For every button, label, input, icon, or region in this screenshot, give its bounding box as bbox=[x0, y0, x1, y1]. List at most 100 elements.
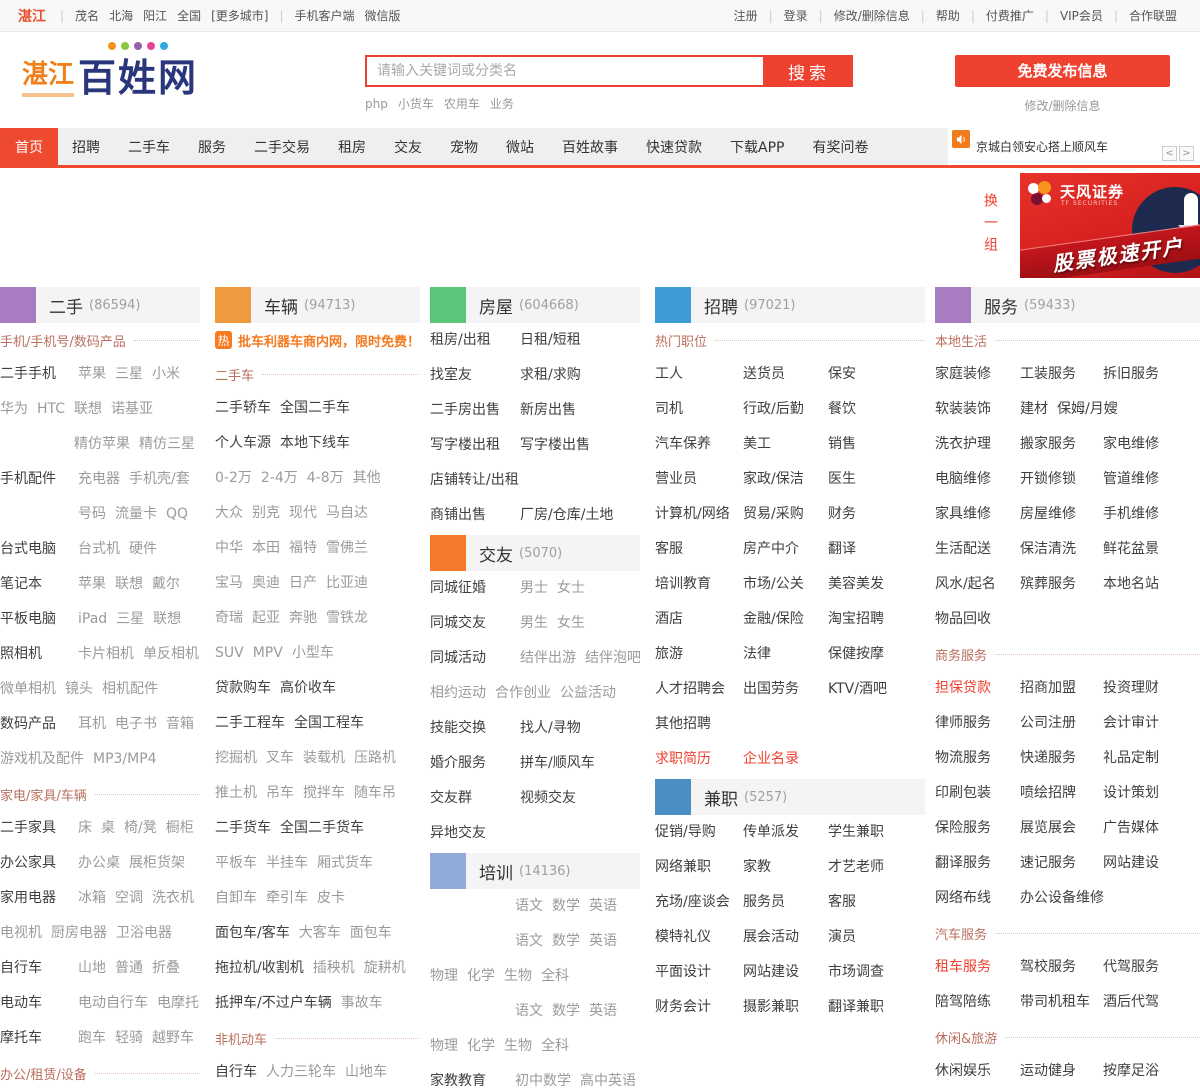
category-link[interactable]: 写字楼出售 bbox=[520, 437, 590, 453]
nav-item-租房[interactable]: 租房 bbox=[324, 128, 380, 165]
category-link[interactable]: 女士 bbox=[557, 580, 585, 596]
ticker-headline[interactable]: 京城白领安心搭上顺风车 bbox=[976, 138, 1162, 155]
category-link[interactable]: 促销/导购 bbox=[655, 824, 716, 840]
category-link[interactable]: 代驾服务 bbox=[1103, 959, 1159, 975]
category-link[interactable]: 现代 bbox=[289, 505, 317, 521]
category-link[interactable]: 物理 bbox=[430, 968, 458, 984]
nav-item-宠物[interactable]: 宠物 bbox=[436, 128, 492, 165]
category-link[interactable]: 生物 bbox=[504, 1038, 532, 1054]
nearby-city-link[interactable]: [更多城市] bbox=[211, 7, 268, 24]
hot-word-link[interactable]: 业务 bbox=[490, 97, 514, 111]
category-link[interactable]: 微单相机 bbox=[0, 681, 56, 697]
category-link[interactable]: 拆旧服务 bbox=[1103, 366, 1159, 382]
category-link[interactable]: 租房/出租 bbox=[430, 332, 491, 348]
mobile-link[interactable]: 手机客户端 bbox=[295, 7, 355, 24]
category-link[interactable]: 别克 bbox=[252, 505, 280, 521]
category-link[interactable]: 技能交换 bbox=[430, 720, 486, 736]
category-link[interactable]: 全国工程车 bbox=[294, 715, 364, 731]
category-link[interactable]: 笔记本 bbox=[0, 576, 42, 592]
category-link[interactable]: 2-4万 bbox=[261, 470, 298, 486]
category-link[interactable]: 本地下线车 bbox=[280, 435, 350, 451]
category-link[interactable]: 台式机 bbox=[78, 541, 120, 557]
category-link[interactable]: 英语 bbox=[589, 898, 617, 914]
account-link[interactable]: VIP会员 bbox=[1060, 7, 1103, 24]
category-link[interactable]: 本地名站 bbox=[1103, 576, 1159, 592]
category-link[interactable]: 贸易/采购 bbox=[743, 506, 804, 522]
category-link[interactable]: 保洁清洗 bbox=[1020, 541, 1076, 557]
category-link[interactable]: 软装装饰 bbox=[935, 401, 991, 417]
category-link[interactable]: 会计审计 bbox=[1103, 715, 1159, 731]
site-logo[interactable]: 湛江 百姓网 bbox=[22, 42, 198, 97]
category-link[interactable]: 美容美发 bbox=[828, 576, 884, 592]
category-link[interactable]: 行政/后勤 bbox=[743, 401, 804, 417]
nav-item-招聘[interactable]: 招聘 bbox=[58, 128, 114, 165]
category-link[interactable]: 搬家服务 bbox=[1020, 436, 1076, 452]
category-link[interactable]: 酒店 bbox=[655, 611, 683, 627]
category-link[interactable]: 房屋维修 bbox=[1020, 506, 1076, 522]
category-link[interactable]: 相机配件 bbox=[102, 681, 158, 697]
category-link[interactable]: 压路机 bbox=[354, 750, 396, 766]
category-link[interactable]: 硬件 bbox=[129, 541, 157, 557]
nav-item-服务[interactable]: 服务 bbox=[184, 128, 240, 165]
category-link[interactable]: 店铺转让/出租 bbox=[430, 472, 519, 488]
category-title[interactable]: 培训 bbox=[479, 859, 513, 884]
category-link[interactable]: 苹果 bbox=[78, 366, 106, 382]
category-link[interactable]: 家电维修 bbox=[1103, 436, 1159, 452]
category-link[interactable]: 工装服务 bbox=[1020, 366, 1076, 382]
category-link[interactable]: 财务 bbox=[828, 506, 856, 522]
category-link[interactable]: 结伴泡吧 bbox=[585, 650, 640, 666]
category-link[interactable]: 中华 bbox=[215, 540, 243, 556]
account-link[interactable]: 付费推广 bbox=[986, 7, 1034, 24]
category-link[interactable]: 相约运动 bbox=[430, 685, 486, 701]
category-link[interactable]: 搅拌车 bbox=[303, 785, 345, 801]
securities-ad-banner[interactable]: 天风证券 TF SECURITIES 股票极速开户 bbox=[1020, 173, 1200, 278]
category-link[interactable]: 送货员 bbox=[743, 366, 785, 382]
nav-item-交友[interactable]: 交友 bbox=[380, 128, 436, 165]
search-button[interactable]: 搜索 bbox=[765, 55, 853, 87]
category-link[interactable]: 联想 bbox=[115, 576, 143, 592]
category-link[interactable]: 比亚迪 bbox=[326, 575, 368, 591]
category-link[interactable]: 牵引车 bbox=[266, 890, 308, 906]
category-link[interactable]: 快递服务 bbox=[1020, 750, 1076, 766]
category-link[interactable]: 房产中介 bbox=[743, 541, 799, 557]
category-link[interactable]: 家庭装修 bbox=[935, 366, 991, 382]
category-link[interactable]: 保险服务 bbox=[935, 820, 991, 836]
category-link[interactable]: 其他招聘 bbox=[655, 716, 711, 732]
category-link[interactable]: 耳机 bbox=[78, 716, 106, 732]
category-link[interactable]: 网络布线 bbox=[935, 890, 991, 906]
nav-item-二手车[interactable]: 二手车 bbox=[114, 128, 184, 165]
category-link[interactable]: 戴尔 bbox=[152, 576, 180, 592]
category-link[interactable]: MP3/MP4 bbox=[93, 751, 157, 767]
category-link[interactable]: 苹果 bbox=[78, 576, 106, 592]
category-link[interactable]: 办公桌 bbox=[78, 855, 120, 871]
category-link[interactable]: 三星 bbox=[115, 366, 143, 382]
category-link[interactable]: 拖拉机/收割机 bbox=[215, 960, 304, 976]
category-link[interactable]: 充场/座谈会 bbox=[655, 894, 730, 910]
category-link[interactable]: 二手手机 bbox=[0, 366, 56, 382]
category-link[interactable]: 司机 bbox=[655, 401, 683, 417]
category-link[interactable]: 同城交友 bbox=[430, 615, 486, 631]
category-link[interactable]: 大客车 bbox=[299, 925, 341, 941]
category-link[interactable]: 装载机 bbox=[303, 750, 345, 766]
category-link[interactable]: 贷款购车 bbox=[215, 680, 271, 696]
category-link[interactable]: 法律 bbox=[743, 646, 771, 662]
category-link[interactable]: 合作创业 bbox=[495, 685, 551, 701]
ticker-next-button[interactable]: > bbox=[1179, 146, 1194, 161]
category-link[interactable]: 镜头 bbox=[65, 681, 93, 697]
category-link[interactable]: 电视机 bbox=[0, 925, 42, 941]
category-link[interactable]: 礼品定制 bbox=[1103, 750, 1159, 766]
category-link[interactable]: 摄影兼职 bbox=[743, 999, 799, 1015]
category-link[interactable]: 0-2万 bbox=[215, 470, 252, 486]
category-link[interactable]: 插秧机 bbox=[313, 960, 355, 976]
category-link[interactable]: 二手货车 bbox=[215, 820, 271, 836]
category-link[interactable]: 本田 bbox=[252, 540, 280, 556]
category-link[interactable]: 求租/求购 bbox=[520, 367, 581, 383]
category-link[interactable]: 翻译服务 bbox=[935, 855, 991, 871]
category-link[interactable]: 叉车 bbox=[266, 750, 294, 766]
category-link[interactable]: 财务会计 bbox=[655, 999, 711, 1015]
category-link[interactable]: 按摩足浴 bbox=[1103, 1063, 1159, 1079]
category-link[interactable]: 视频交友 bbox=[520, 790, 576, 806]
nav-item-快速贷款[interactable]: 快速贷款 bbox=[632, 128, 716, 165]
category-link[interactable]: 诺基亚 bbox=[111, 401, 153, 417]
category-link[interactable]: 挖掘机 bbox=[215, 750, 257, 766]
